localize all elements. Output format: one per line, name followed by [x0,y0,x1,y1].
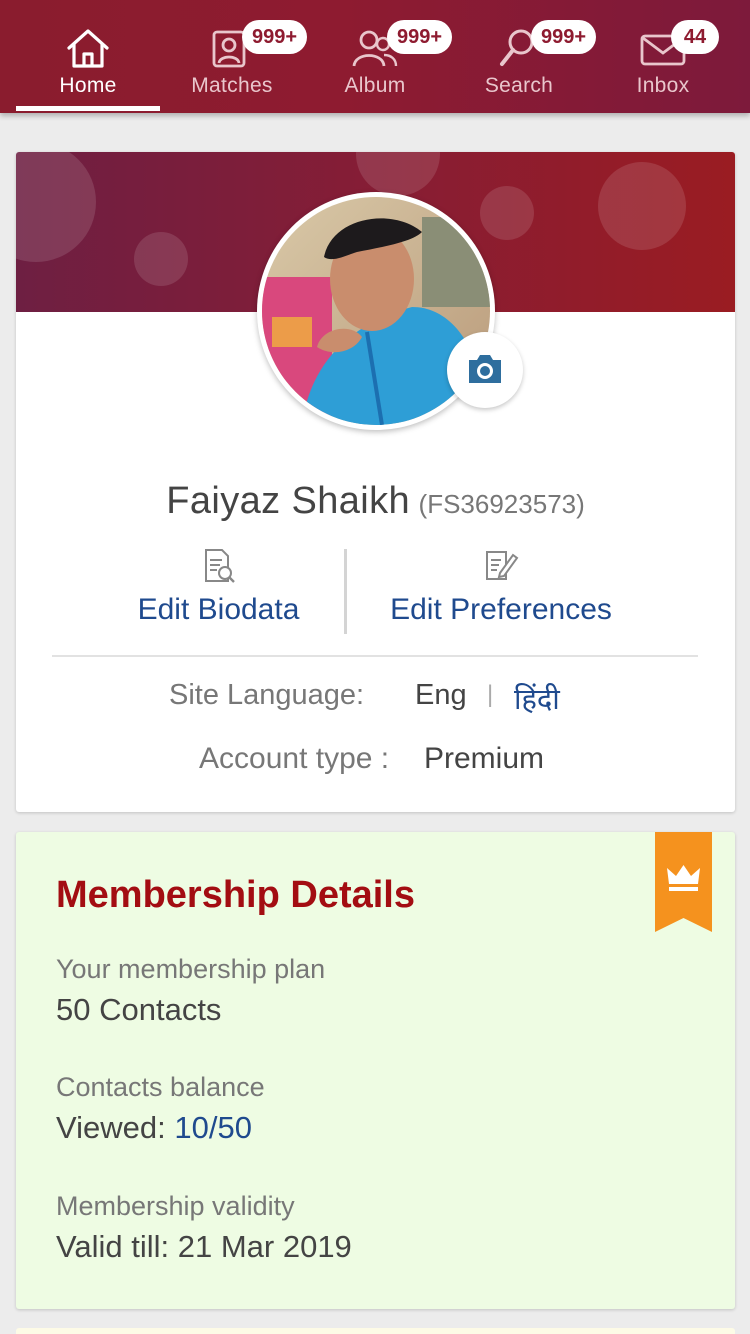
nav-label-inbox: Inbox [636,74,690,97]
nav-tab-album[interactable]: 999+ Album [303,0,453,113]
site-language-row: Site Language: Eng | हिंदी [16,679,735,719]
contacts-balance-value: Viewed: 10/50 [56,1110,252,1146]
nav-tab-matches[interactable]: 999+ Matches [160,0,308,113]
profile-name-line: Faiyaz Shaikh (FS36923573) [16,480,735,523]
biodata-search-icon [204,549,235,583]
language-option-hindi[interactable]: हिंदी [514,679,560,718]
crown-ribbon-icon [655,832,712,932]
membership-validity-label: Membership validity [56,1191,295,1221]
membership-title: Membership Details [56,874,415,916]
banner-decoration [16,152,96,262]
site-language-label: Site Language: [169,679,365,711]
banner-decoration [480,186,534,240]
language-option-english[interactable]: Eng [415,679,467,712]
account-type-value: Premium [424,742,545,775]
edit-document-icon [486,551,519,580]
membership-plan-label: Your membership plan [56,954,326,984]
nav-tab-inbox[interactable]: 44 Inbox [591,0,735,113]
matches-badge: 999+ [242,20,308,54]
home-icon [67,29,109,68]
membership-card: Membership Details Your membership plan … [16,832,735,1309]
viewed-count-link[interactable]: 10/50 [174,1110,252,1145]
top-navigation-bar: Home 999+ Matches 999+ Album 999+ Search [0,0,750,113]
section-divider [52,655,698,657]
edit-preferences-button[interactable]: Edit Preferences [381,547,621,627]
account-type-row: Account type : Premium [16,742,735,782]
search-badge: 999+ [531,20,597,54]
album-badge: 999+ [387,20,453,54]
nav-label-album: Album [344,74,406,97]
nav-tab-search[interactable]: 999+ Search [447,0,597,113]
next-card-peek [16,1328,735,1334]
profile-card: Faiyaz Shaikh (FS36923573) Edit Biodata [16,152,735,812]
banner-decoration [356,152,440,196]
profile-name: Faiyaz Shaikh [166,480,411,522]
camera-icon [469,355,501,383]
inbox-badge: 44 [671,20,719,54]
viewed-prefix: Viewed: [56,1110,166,1145]
nav-label-matches: Matches [191,74,273,97]
nav-label-home: Home [59,74,117,97]
membership-validity-value: Valid till: 21 Mar 2019 [56,1229,352,1264]
language-separator: | [487,681,494,708]
profile-id: (FS36923573) [418,489,585,519]
change-photo-button[interactable] [447,332,523,408]
membership-plan-value: 50 Contacts [56,992,222,1027]
edit-biodata-button[interactable]: Edit Biodata [126,547,311,627]
edit-actions: Edit Biodata Edit Preferences [16,547,735,637]
contacts-balance-label: Contacts balance [56,1072,265,1102]
account-type-label: Account type : [199,742,390,775]
edit-biodata-label: Edit Biodata [137,593,300,626]
nav-label-search: Search [484,74,554,97]
banner-decoration [134,232,188,286]
vertical-divider [344,549,347,634]
nav-tab-home[interactable]: Home [16,0,160,113]
edit-preferences-label: Edit Preferences [390,593,612,626]
banner-decoration [598,162,686,250]
